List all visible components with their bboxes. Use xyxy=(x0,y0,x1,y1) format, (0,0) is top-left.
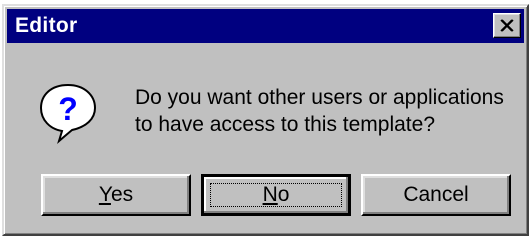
svg-text:?: ? xyxy=(58,91,78,127)
window-title: Editor xyxy=(15,14,78,37)
yes-label-rest: es xyxy=(110,183,134,206)
yes-mnemonic: Y xyxy=(98,183,111,206)
no-label-rest: o xyxy=(277,183,290,206)
yes-button[interactable]: Yes xyxy=(41,174,191,216)
cancel-button[interactable]: Cancel xyxy=(361,174,511,216)
no-button-label: No xyxy=(263,183,290,206)
message-text: Do you want other users or applications … xyxy=(135,84,504,138)
message-line-1: Do you want other users or applications xyxy=(135,86,504,109)
message-line-2: to have access to this template? xyxy=(135,113,435,136)
no-mnemonic: N xyxy=(262,183,278,206)
no-button[interactable]: No xyxy=(201,174,351,216)
cancel-button-label: Cancel xyxy=(403,183,469,206)
editor-dialog: Editor ? Do you want other users or appl… xyxy=(2,4,529,236)
close-button[interactable] xyxy=(493,13,521,38)
close-icon xyxy=(500,19,514,32)
question-icon: ? xyxy=(38,82,98,149)
title-bar[interactable]: Editor xyxy=(7,9,524,43)
yes-button-label: Yes xyxy=(99,183,133,206)
